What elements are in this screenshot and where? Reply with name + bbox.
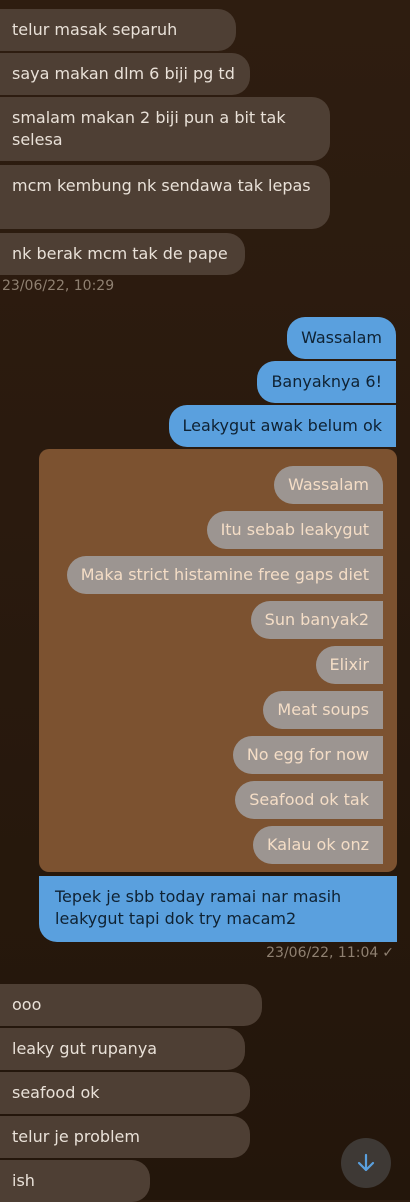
message-text: telur masak separuh [12,20,178,39]
timestamp-text: 23/06/22, 11:04 [266,945,379,961]
message-bubble-incoming[interactable]: seafood ok [0,1072,250,1114]
message-text: smalam makan 2 biji pun a bit tak selesa [12,108,286,149]
screenshot-bubble: Wassalam [274,466,383,504]
screenshot-bubble: Itu sebab leakygut [206,511,383,549]
screenshot-bubble: Elixir [315,646,383,684]
message-text: ish [12,1171,35,1190]
message-text: Leakygut awak belum ok [182,416,382,435]
message-text: ooo [12,995,42,1014]
shared-screenshot-image[interactable]: Wassalam Itu sebab leakygut Maka strict … [39,449,397,872]
message-text: telur je problem [12,1127,140,1146]
message-bubble-outgoing[interactable]: Banyaknya 6! [257,361,396,403]
screenshot-bubble: Maka strict histamine free gaps diet [66,556,383,594]
message-bubble-incoming[interactable]: leaky gut rupanya [0,1028,245,1070]
message-bubble-outgoing[interactable]: Wassalam [287,317,396,359]
message-bubble-incoming[interactable]: ooo [0,984,262,1026]
message-timestamp: 23/06/22, 10:29 [2,278,115,294]
message-bubble-incoming[interactable]: ish [0,1160,150,1202]
screenshot-bubble: Kalau ok onz [253,826,383,864]
message-bubble-incoming[interactable]: saya makan dlm 6 biji pg td [0,53,250,95]
screenshot-bubble: Seafood ok tak [235,781,383,819]
message-bubble-incoming[interactable]: nk berak mcm tak de pape [0,233,245,275]
arrow-down-icon [357,1153,375,1172]
message-text: saya makan dlm 6 biji pg td [12,64,235,83]
message-bubble-outgoing-caption[interactable]: Tepek je sbb today ramai nar masih leaky… [39,876,397,942]
message-text: Banyaknya 6! [271,372,382,391]
message-bubble-incoming[interactable]: smalam makan 2 biji pun a bit tak selesa [0,97,330,161]
scroll-to-bottom-button[interactable] [341,1138,391,1188]
screenshot-bubble: Meat soups [263,691,383,729]
screenshot-bubble: Sun banyak2 [250,601,383,639]
message-bubble-outgoing[interactable]: Leakygut awak belum ok [168,405,396,447]
message-bubble-incoming[interactable]: mcm kembung nk sendawa tak lepas [0,165,330,229]
message-text: mcm kembung nk sendawa tak lepas [12,176,311,195]
message-text: seafood ok [12,1083,100,1102]
message-bubble-incoming[interactable]: telur masak separuh [0,9,236,51]
message-text: nk berak mcm tak de pape [12,244,228,263]
message-text: Tepek je sbb today ramai nar masih leaky… [55,887,342,928]
message-bubble-incoming[interactable]: telur je problem [0,1116,250,1158]
read-check-icon: ✓ [382,945,394,961]
message-text: Wassalam [301,328,382,347]
screenshot-bubble: No egg for now [232,736,383,774]
message-timestamp: 23/06/22, 11:04 ✓ [266,945,394,961]
message-text: leaky gut rupanya [12,1039,158,1058]
